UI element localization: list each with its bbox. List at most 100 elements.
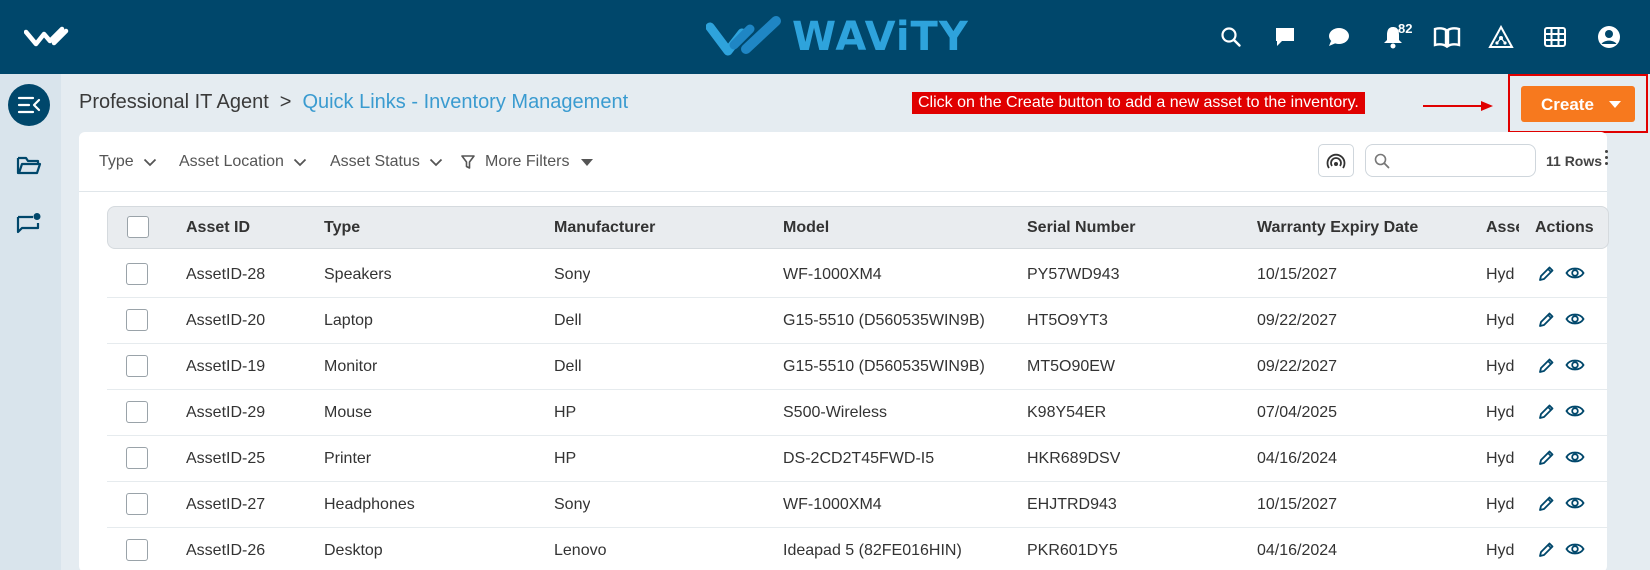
folder-icon[interactable]: [8, 144, 50, 186]
book-icon[interactable]: [1420, 0, 1474, 74]
filter-asset-status[interactable]: Asset Status: [330, 153, 443, 171]
view-icon[interactable]: [1565, 541, 1585, 561]
brand-logo: WAViTY: [706, 14, 969, 60]
cell-serial-number: PKR601DY5: [1027, 542, 1118, 559]
filter-bar: Type Asset Location Asset Status More Fi…: [79, 132, 1609, 192]
view-icon[interactable]: [1565, 449, 1585, 469]
view-icon[interactable]: [1565, 495, 1585, 515]
cell-asset-location: Hyd: [1486, 404, 1515, 421]
edit-icon[interactable]: [1537, 265, 1557, 285]
table-row[interactable]: AssetID-20 Laptop Dell G15-5510 (D560535WIN…: [107, 298, 1609, 344]
view-icon[interactable]: [1565, 265, 1585, 285]
breadcrumb: Professional IT Agent > Quick Links - In…: [79, 91, 628, 114]
view-icon[interactable]: [1565, 311, 1585, 331]
row-checkbox[interactable]: [126, 355, 148, 377]
create-button-label: Create: [1541, 95, 1594, 114]
chevron-down-icon: [143, 158, 156, 166]
user-icon[interactable]: [1582, 0, 1636, 74]
row-checkbox[interactable]: [126, 401, 148, 423]
edit-icon[interactable]: [1537, 541, 1557, 561]
row-checkbox[interactable]: [126, 263, 148, 285]
edit-icon[interactable]: [1537, 495, 1557, 515]
breadcrumb-separator: >: [279, 91, 292, 113]
column-model[interactable]: Model: [783, 219, 829, 237]
breadcrumb-root[interactable]: Professional IT Agent: [79, 91, 269, 114]
cell-asset-id: AssetID-20: [186, 312, 266, 329]
cell-model: DS-2CD2T45FWD-I5: [783, 450, 935, 467]
chevron-down-icon: [293, 158, 307, 166]
cell-asset-location: Hyd: [1486, 266, 1515, 283]
chat-square-icon[interactable]: [1258, 0, 1312, 74]
cell-warranty-expiry-date: 10/15/2027: [1257, 266, 1338, 283]
cell-asset-location: Hyd: [1486, 358, 1515, 375]
caret-down-icon: [581, 158, 594, 166]
edit-icon[interactable]: [1537, 403, 1557, 423]
app-logo-icon[interactable]: [23, 26, 70, 53]
edit-icon[interactable]: [1537, 311, 1557, 331]
cell-model: G15-5510 (D560535WIN9B): [783, 312, 985, 329]
cell-serial-number: HT5O9YT3: [1027, 312, 1108, 329]
grid-icon[interactable]: [1528, 0, 1582, 74]
column-manufacturer[interactable]: Manufacturer: [554, 219, 655, 237]
cell-model: G15-5510 (D560535WIN9B): [783, 358, 985, 375]
cell-warranty-expiry-date: 10/15/2027: [1257, 496, 1338, 513]
column-asset-location[interactable]: Asse: [1486, 219, 1519, 237]
cell-asset-id: AssetID-29: [186, 404, 266, 421]
cell-manufacturer: Sony: [554, 266, 591, 283]
network-icon[interactable]: [1474, 0, 1528, 74]
cell-asset-id: AssetID-27: [186, 496, 266, 513]
cell-asset-location: Hyd: [1486, 450, 1515, 467]
table-row[interactable]: AssetID-25 Printer HP DS-2CD2T45FWD-I5 HKR68…: [107, 436, 1609, 482]
cell-serial-number: PY57WD943: [1027, 266, 1120, 283]
more-filters[interactable]: More Filters: [461, 153, 594, 171]
breadcrumb-current[interactable]: Quick Links - Inventory Management: [302, 91, 628, 114]
row-checkbox[interactable]: [126, 493, 148, 515]
table-row[interactable]: AssetID-29 Mouse HP S500-Wireless K98Y54ER 07…: [107, 390, 1609, 436]
cell-type: Monitor: [324, 358, 378, 375]
collapse-menu-icon[interactable]: [8, 84, 50, 126]
cell-type: Mouse: [324, 404, 373, 421]
table-row[interactable]: AssetID-28 Speakers Sony WF-1000XM4 PY57WD94…: [107, 252, 1609, 298]
view-icon[interactable]: [1565, 357, 1585, 377]
chat-bubble-icon[interactable]: [1312, 0, 1366, 74]
column-warranty-expiry-date[interactable]: Warranty Expiry Date: [1257, 219, 1418, 237]
column-asset-id[interactable]: Asset ID: [186, 219, 250, 237]
filter-asset-location[interactable]: Asset Location: [179, 153, 307, 171]
edit-icon[interactable]: [1537, 449, 1557, 469]
cell-asset-id: AssetID-19: [186, 358, 266, 375]
left-sidebar: [0, 74, 61, 570]
search-icon[interactable]: [1204, 0, 1258, 74]
search-input[interactable]: [1398, 149, 1528, 173]
table-row[interactable]: AssetID-27 Headphones Sony WF-1000XM4 EHJTRD…: [107, 482, 1609, 528]
cell-manufacturer: Dell: [554, 312, 582, 329]
cell-manufacturer: HP: [554, 450, 577, 467]
table-row[interactable]: AssetID-26 Desktop Lenovo Ideapad 5 (82FE01…: [107, 528, 1609, 570]
filter-funnel-icon: [461, 154, 475, 169]
callout-arrow-icon: [1423, 101, 1493, 111]
view-icon[interactable]: [1565, 403, 1585, 423]
row-checkbox[interactable]: [126, 309, 148, 331]
bell-icon[interactable]: 82: [1366, 0, 1420, 74]
create-button[interactable]: Create: [1521, 86, 1635, 122]
cell-model: S500-Wireless: [783, 404, 888, 421]
select-all-checkbox[interactable]: [127, 216, 149, 238]
cell-model: WF-1000XM4: [783, 496, 882, 513]
rows-count: 11 Rows: [1546, 153, 1603, 169]
top-bar: WAViTY 82: [0, 0, 1650, 74]
more-options-icon[interactable]: [1605, 150, 1609, 165]
table-row[interactable]: AssetID-19 Monitor Dell G15-5510 (D560535WI…: [107, 344, 1609, 390]
search-box[interactable]: [1365, 144, 1536, 177]
row-checkbox[interactable]: [126, 539, 148, 561]
caret-down-icon[interactable]: [1609, 101, 1621, 108]
row-checkbox[interactable]: [126, 447, 148, 469]
broadcast-view-button[interactable]: [1318, 144, 1354, 177]
cell-asset-id: AssetID-26: [186, 542, 266, 559]
column-serial-number[interactable]: Serial Number: [1027, 219, 1135, 237]
column-type[interactable]: Type: [324, 219, 360, 237]
instruction-callout: Click on the Create button to add a new …: [912, 92, 1365, 114]
message-icon[interactable]: [8, 204, 50, 246]
cell-asset-location: Hyd: [1486, 542, 1515, 559]
cell-type: Laptop: [324, 312, 373, 329]
edit-icon[interactable]: [1537, 357, 1557, 377]
filter-type[interactable]: Type: [99, 153, 157, 171]
